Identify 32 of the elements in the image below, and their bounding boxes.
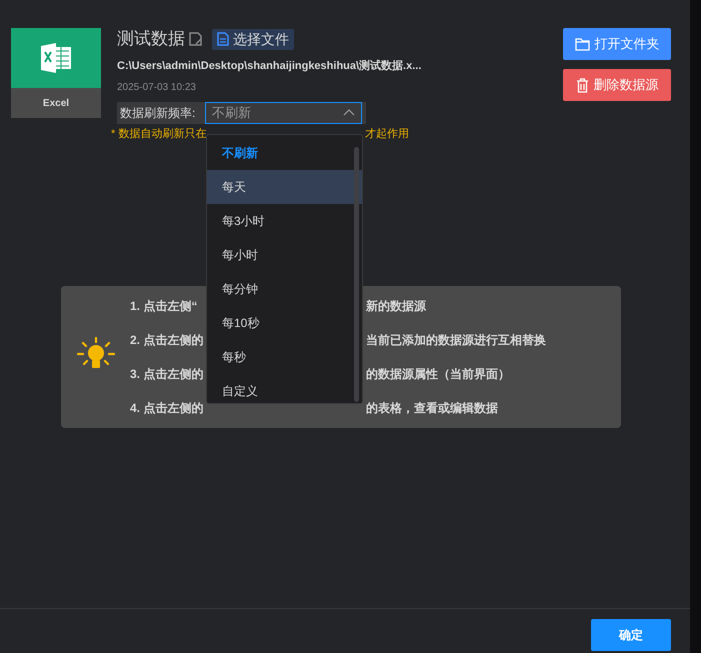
dropdown-option[interactable]: 每小时 xyxy=(207,238,362,272)
modified-date: 2025-07-03 10:23 xyxy=(117,80,197,94)
trash-icon xyxy=(576,78,588,92)
dropdown-option[interactable]: 自定义 xyxy=(207,374,362,408)
tip-text: 的表格，查看或编辑数据 xyxy=(366,400,498,417)
refresh-note: * 数据自动刷新只在 xyxy=(111,126,205,142)
chevron-up-icon xyxy=(343,109,355,116)
tip-text: 的数据源属性（当前界面） xyxy=(366,366,510,383)
file-name: 测试数据 xyxy=(117,28,185,50)
dropdown-option[interactable]: 每分钟 xyxy=(207,272,362,306)
edit-icon[interactable] xyxy=(189,32,203,46)
tip-text: 4. 点击左侧的 xyxy=(130,400,204,417)
tip-text: 当前已添加的数据源进行互相替换 xyxy=(366,332,546,349)
tip-text: 3. 点击左侧的 xyxy=(130,366,204,383)
dropdown-option[interactable]: 不刷新 xyxy=(207,136,362,170)
dropdown-option[interactable]: 每3小时 xyxy=(207,204,362,238)
refresh-note: 才起作用 xyxy=(365,126,409,142)
excel-icon xyxy=(11,28,101,88)
tip-text: 1. 点击左侧“ xyxy=(130,298,198,315)
choose-file-button[interactable]: 选择文件 xyxy=(212,28,294,50)
tip-text: 新的数据源 xyxy=(366,298,426,315)
refresh-label: 数据刷新频率: xyxy=(119,104,196,122)
tip-text: 2. 点击左侧的 xyxy=(130,332,204,349)
file-type-label: Excel xyxy=(11,88,101,118)
file-path: C:\Users\admin\Desktop\shanhaijingkeshihua\测试数据.x... xyxy=(117,58,422,74)
file-icon xyxy=(217,32,229,46)
refresh-select[interactable]: 不刷新 xyxy=(205,102,362,124)
folder-icon xyxy=(574,38,590,50)
dropdown-option[interactable]: 每秒 xyxy=(207,340,362,374)
dropdown-option[interactable]: 每10秒 xyxy=(207,306,362,340)
scrollbar[interactable] xyxy=(354,147,359,402)
dropdown-option[interactable]: 每天 xyxy=(207,170,362,204)
